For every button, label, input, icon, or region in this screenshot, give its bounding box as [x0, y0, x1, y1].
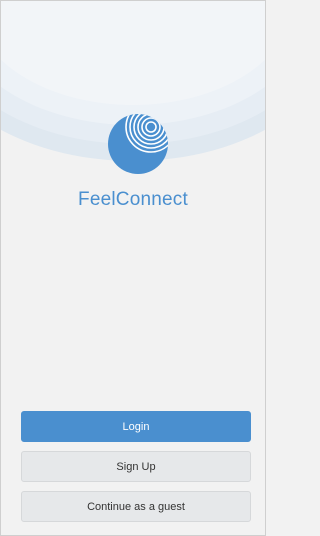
app-name: FeelConnect — [78, 189, 188, 210]
sign-up-button[interactable]: Sign Up — [21, 451, 251, 482]
welcome-screen: FeelConnect Login Sign Up Continue as a … — [0, 0, 266, 536]
spiral-sphere-logo-icon — [108, 114, 168, 174]
login-button[interactable]: Login — [21, 411, 251, 442]
continue-as-guest-button[interactable]: Continue as a guest — [21, 491, 251, 522]
